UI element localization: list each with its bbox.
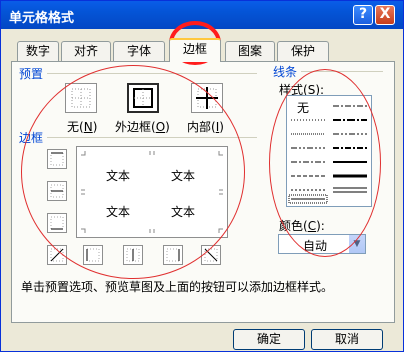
close-button[interactable]: X — [375, 5, 395, 25]
format-cells-dialog: 单元格格式 ? X 数字 对齐 字体 边框 图案 保护 预置 无(N) 外边框(… — [0, 0, 404, 352]
tab-font[interactable]: 字体 — [113, 41, 165, 61]
annotation-circle-line-area — [269, 69, 381, 257]
tab-number[interactable]: 数字 — [17, 41, 59, 61]
tab-protection[interactable]: 保护 — [277, 41, 329, 61]
ok-button[interactable]: 确定 — [233, 329, 305, 350]
tab-alignment[interactable]: 对齐 — [61, 41, 111, 61]
tab-border[interactable]: 边框 — [169, 38, 221, 62]
presets-group-label: 预置 — [19, 67, 44, 81]
annotation-circle-border-area — [21, 65, 245, 279]
hint-text: 单击预置选项、预览草图及上面的按钮可以添加边框样式。 — [21, 280, 334, 294]
dialog-title: 单元格格式 — [9, 11, 75, 26]
line-group-label: 线条 — [273, 65, 298, 79]
cancel-button[interactable]: 取消 — [311, 329, 383, 350]
spreadsheet-background-right — [404, 0, 414, 360]
spreadsheet-background-bottom — [0, 352, 414, 360]
tab-patterns[interactable]: 图案 — [225, 41, 275, 61]
help-button[interactable]: ? — [353, 5, 373, 25]
